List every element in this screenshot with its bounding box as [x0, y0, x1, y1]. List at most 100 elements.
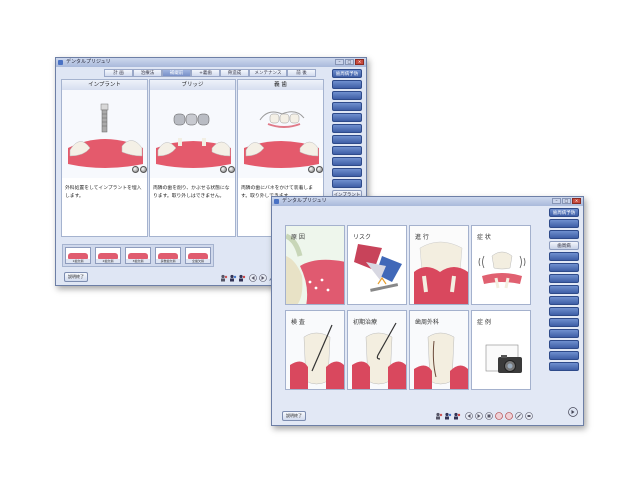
tile-progression[interactable]: 進 行 — [409, 225, 469, 305]
window-title: デンタルプリジュリ — [282, 198, 327, 204]
maximize-button[interactable]: □ — [562, 198, 571, 204]
sidebar-item[interactable] — [332, 179, 362, 188]
next-icon[interactable] — [316, 166, 323, 173]
record-icon[interactable] — [505, 412, 513, 420]
sidebar-item[interactable] — [549, 263, 579, 272]
next-icon[interactable] — [228, 166, 235, 173]
sidebar-item[interactable] — [549, 351, 579, 360]
tile-exam[interactable]: 検 査 — [285, 310, 345, 390]
prev-icon[interactable] — [220, 166, 227, 173]
tab-plan[interactable]: 計 画 — [104, 69, 133, 77]
sidebar-item[interactable] — [549, 307, 579, 316]
people-icon[interactable] — [444, 412, 452, 420]
sidebar: 歯周病予防 インプラント 骨 造 — [332, 69, 362, 210]
sidebar-item[interactable] — [549, 252, 579, 261]
maximize-button[interactable]: □ — [345, 59, 354, 65]
sidebar-item[interactable] — [549, 340, 579, 349]
end-explanation-button[interactable]: 説明終了 — [282, 411, 306, 421]
tab-bar: 計 画 治療法 補綴前 +義歯 骨造成 メンテナンス 前 後 — [104, 69, 316, 77]
sidebar-item[interactable] — [332, 80, 362, 89]
people-icon[interactable] — [220, 274, 228, 282]
next-page-icon[interactable] — [568, 407, 578, 417]
sidebar-item[interactable] — [549, 219, 579, 228]
tile-label: 原 因 — [291, 234, 305, 241]
rewind-icon[interactable] — [465, 412, 473, 420]
sidebar-item[interactable] — [549, 296, 579, 305]
tab-maintenance[interactable]: メンテナンス — [249, 69, 287, 77]
panel-implant: インプラント 外科処置をしてインプラントを埋入します。 — [61, 79, 148, 237]
tab-denture[interactable]: +義歯 — [191, 69, 220, 77]
tab-prosthesis[interactable]: 補綴前 — [162, 69, 191, 77]
tile-label: 歯周外科 — [415, 319, 440, 326]
tile-symptoms[interactable]: 症 状 — [471, 225, 531, 305]
prev-icon[interactable] — [132, 166, 139, 173]
tab-treatment[interactable]: 治療法 — [133, 69, 162, 77]
people-icon[interactable] — [229, 274, 237, 282]
tile-risk[interactable]: リスク — [347, 225, 407, 305]
thumb-three-missing[interactable]: 3歯欠損 — [125, 247, 151, 264]
app-icon — [58, 60, 63, 65]
eraser-icon[interactable] — [525, 412, 533, 420]
denture-illustration — [238, 90, 323, 178]
sidebar-item[interactable] — [332, 146, 362, 155]
rewind-icon[interactable] — [249, 274, 257, 282]
panel-caption: 両隣の歯を削り、かぶせる状態になります。取り外しはできません。 — [153, 186, 230, 199]
sidebar-item[interactable] — [332, 91, 362, 100]
tile-label: 初期治療 — [353, 319, 378, 326]
tab-bone[interactable]: 骨造成 — [220, 69, 249, 77]
thumbnail-strip: 1歯欠損 2歯欠損 3歯欠損 多数歯欠損 全歯欠損 — [62, 244, 214, 267]
tile-label: 症 状 — [477, 234, 491, 241]
sidebar-item[interactable] — [549, 274, 579, 283]
tile-surgery[interactable]: 歯周外科 — [409, 310, 469, 390]
people-icon[interactable] — [453, 412, 461, 420]
next-icon[interactable] — [140, 166, 147, 173]
sidebar-item[interactable] — [332, 157, 362, 166]
thumb-many-missing[interactable]: 多数歯欠損 — [155, 247, 181, 264]
window-title: デンタルプリジュリ — [66, 59, 111, 65]
sidebar-item[interactable] — [332, 135, 362, 144]
record-icon[interactable] — [495, 412, 503, 420]
forward-icon[interactable] — [475, 412, 483, 420]
tile-cause[interactable]: 原 因 — [285, 225, 345, 305]
sidebar-item[interactable] — [549, 362, 579, 371]
sidebar-item-periodontal[interactable]: 歯周病 — [549, 241, 579, 250]
sidebar-item[interactable] — [332, 168, 362, 177]
window-controls: – □ × — [335, 59, 364, 65]
sidebar-item[interactable] — [549, 329, 579, 338]
thumb-two-missing[interactable]: 2歯欠損 — [95, 247, 121, 264]
periodontal-window: デンタルプリジュリ – □ × 原 因 リスク 進 行 症 状 検 査 初期治療… — [271, 196, 584, 426]
sidebar-item[interactable] — [332, 113, 362, 122]
thumb-one-missing[interactable]: 1歯欠損 — [65, 247, 91, 264]
forward-icon[interactable] — [259, 274, 267, 282]
app-icon — [274, 199, 279, 204]
panel-bridge: ブリッジ 両隣の歯を削り、かぶせる状態になります。取り外しはできません。 — [149, 79, 236, 237]
sidebar-item-prevention[interactable]: 歯周病予防 — [332, 69, 362, 78]
people-icon[interactable] — [435, 412, 443, 420]
window-controls: – □ × — [552, 198, 581, 204]
tab-before-after[interactable]: 前 後 — [287, 69, 316, 77]
tile-cases[interactable]: 症 例 — [471, 310, 531, 390]
tile-initial-treatment[interactable]: 初期治療 — [347, 310, 407, 390]
panel-caption: 外科処置をしてインプラントを埋入します。 — [65, 186, 142, 199]
title-bar: デンタルプリジュリ – □ × — [272, 197, 583, 206]
pen-icon[interactable] — [515, 412, 523, 420]
sidebar-item-prevention[interactable]: 歯周病予防 — [549, 208, 579, 217]
sidebar-item[interactable] — [549, 318, 579, 327]
stop-icon[interactable] — [485, 412, 493, 420]
sidebar-item[interactable] — [549, 230, 579, 239]
prev-icon[interactable] — [308, 166, 315, 173]
sidebar: 歯周病予防 歯周病 — [549, 208, 579, 371]
minimize-button[interactable]: – — [335, 59, 344, 65]
end-explanation-button[interactable]: 説明終了 — [64, 272, 88, 282]
sidebar-item[interactable] — [332, 102, 362, 111]
people-icon[interactable] — [238, 274, 246, 282]
tile-label: 検 査 — [291, 319, 305, 326]
thumb-all-missing[interactable]: 全歯欠損 — [185, 247, 211, 264]
sidebar-item[interactable] — [332, 124, 362, 133]
sidebar-item[interactable] — [549, 285, 579, 294]
close-button[interactable]: × — [355, 59, 364, 65]
close-button[interactable]: × — [572, 198, 581, 204]
implant-illustration — [62, 90, 147, 178]
minimize-button[interactable]: – — [552, 198, 561, 204]
tile-label: 進 行 — [415, 234, 429, 241]
